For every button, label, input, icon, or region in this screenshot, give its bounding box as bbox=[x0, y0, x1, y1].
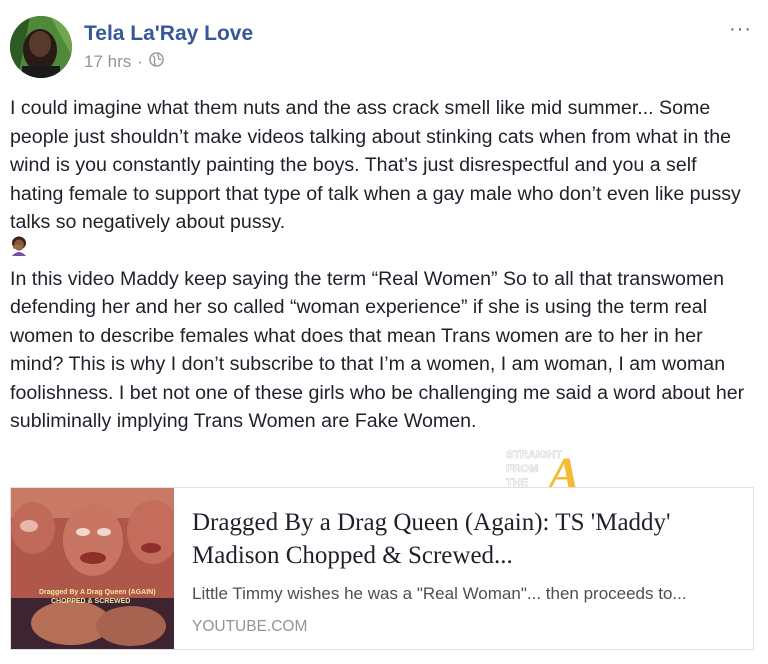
svg-text:Dragged By A Drag Queen (AGAIN: Dragged By A Drag Queen (AGAIN) bbox=[39, 589, 156, 596]
post-body: I could imagine what them nuts and the a… bbox=[10, 94, 755, 436]
avatar[interactable] bbox=[10, 16, 72, 78]
timestamp[interactable]: 17 hrs bbox=[84, 52, 131, 72]
facebook-post: Tela La'Ray Love 17 hrs · ··· I could im… bbox=[0, 0, 768, 664]
emoji-row bbox=[10, 236, 755, 265]
author-name[interactable]: Tela La'Ray Love bbox=[84, 22, 253, 46]
more-options-icon[interactable]: ··· bbox=[729, 18, 752, 41]
globe-icon bbox=[149, 52, 164, 72]
link-domain: YOUTUBE.COM bbox=[192, 618, 308, 635]
video-thumbnail[interactable]: Dragged By A Drag Queen (AGAIN) CHOPPED … bbox=[11, 488, 174, 649]
link-card-body: Dragged By a Drag Queen (Again): TS 'Mad… bbox=[174, 488, 753, 649]
post-meta: 17 hrs · bbox=[84, 52, 164, 72]
post-paragraph-1: I could imagine what them nuts and the a… bbox=[10, 97, 741, 233]
link-preview-card[interactable]: Dragged By A Drag Queen (AGAIN) CHOPPED … bbox=[10, 487, 754, 650]
link-description: Little Timmy wishes he was a "Real Woman… bbox=[192, 584, 687, 603]
avatar-image bbox=[10, 16, 72, 78]
woman-facepalming-emoji bbox=[10, 236, 28, 265]
svg-text:CHOPPED & SCREWED: CHOPPED & SCREWED bbox=[51, 598, 130, 605]
svg-text:FROM: FROM bbox=[506, 463, 538, 475]
meta-separator: · bbox=[137, 52, 143, 71]
link-title[interactable]: Dragged By a Drag Queen (Again): TS 'Mad… bbox=[192, 506, 739, 572]
post-paragraph-2: In this video Maddy keep saying the term… bbox=[10, 267, 745, 433]
